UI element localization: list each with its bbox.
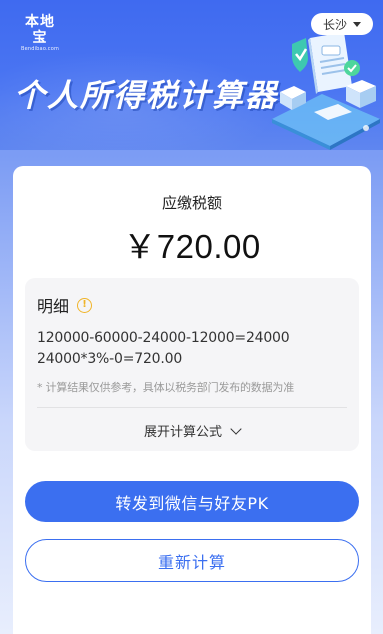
city-selector[interactable]: 长沙: [311, 13, 373, 35]
detail-heading: 明细: [37, 297, 70, 316]
app-logo: 本地宝 Bendibao.com: [18, 14, 62, 53]
expand-formula-label: 展开计算公式: [143, 425, 222, 440]
detail-header: 明细 !: [37, 293, 93, 317]
recalculate-button[interactable]: 重新计算: [25, 539, 359, 582]
city-label: 长沙: [322, 17, 347, 32]
logo-subtext: Bendibao.com: [20, 46, 60, 52]
tax-payable-amount: ￥720.00: [123, 228, 261, 265]
tax-payable-label: 应缴税额: [161, 194, 222, 212]
result-card: 应缴税额 ￥720.00 明细 ! 120000-60000-24000-120…: [13, 166, 371, 634]
info-icon[interactable]: !: [77, 297, 93, 313]
share-to-wechat-button[interactable]: 转发到微信与好友PK: [25, 481, 359, 522]
formula-text: 120000-60000-24000-12000=24000 24000*3%-…: [37, 328, 290, 370]
disclaimer-note: * 计算结果仅供参考，具体以税务部门发布的数据为准: [37, 381, 294, 394]
tax-illustration: [272, 32, 380, 150]
expand-formula-button[interactable]: 展开计算公式: [25, 421, 359, 440]
divider: [37, 407, 347, 408]
detail-panel: 明细 ! 120000-60000-24000-12000=24000 2400…: [25, 278, 359, 451]
header-banner: 本地宝 Bendibao.com 个人所得税计算器 长沙: [0, 0, 383, 150]
logo-text: 本地宝: [25, 14, 55, 46]
formula-line-1: 120000-60000-24000-12000=24000: [37, 330, 290, 346]
chevron-down-icon: [230, 422, 242, 435]
dropdown-caret-icon: [353, 21, 361, 27]
page-title: 个人所得税计算器: [14, 78, 278, 114]
formula-line-2: 24000*3%-0=720.00: [37, 351, 183, 367]
